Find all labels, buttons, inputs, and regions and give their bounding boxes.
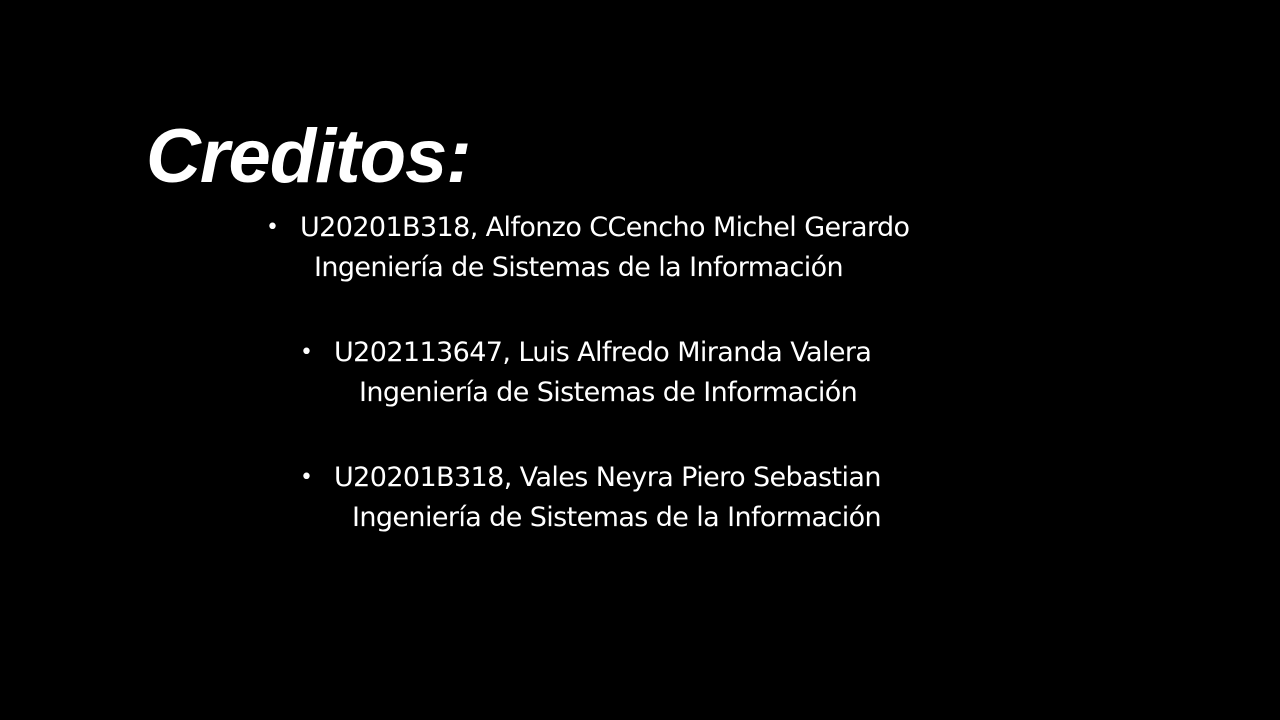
credit-item: • U20201B318, Vales Neyra Piero Sebastian… — [300, 458, 882, 538]
credits-slide: Creditos: • U20201B318, Alfonzo CCencho M… — [0, 0, 1280, 720]
credit-student: U20201B318, Vales Neyra Piero Sebastian — [334, 462, 881, 493]
credit-student-line: • U20201B318, Alfonzo CCencho Michel Gera… — [266, 208, 910, 248]
bullet-icon: • — [266, 215, 279, 240]
credit-student-line: • U202113647, Luis Alfredo Miranda Valera — [300, 333, 872, 373]
slide-title: Creditos: — [146, 114, 472, 199]
credit-career: Ingeniería de Sistemas de la Información — [352, 502, 882, 533]
credit-career: Ingeniería de Sistemas de Información — [359, 377, 858, 408]
credit-item: • U20201B318, Alfonzo CCencho Michel Gera… — [266, 208, 910, 288]
credit-item: • U202113647, Luis Alfredo Miranda Valera… — [300, 333, 872, 413]
bullet-icon: • — [300, 465, 313, 490]
bullet-icon: • — [300, 340, 313, 365]
credit-career: Ingeniería de Sistemas de la Información — [314, 252, 844, 283]
credit-student: U20201B318, Alfonzo CCencho Michel Gerar… — [300, 212, 910, 243]
credit-student: U202113647, Luis Alfredo Miranda Valera — [334, 337, 872, 368]
credit-student-line: • U20201B318, Vales Neyra Piero Sebastian — [300, 458, 881, 498]
